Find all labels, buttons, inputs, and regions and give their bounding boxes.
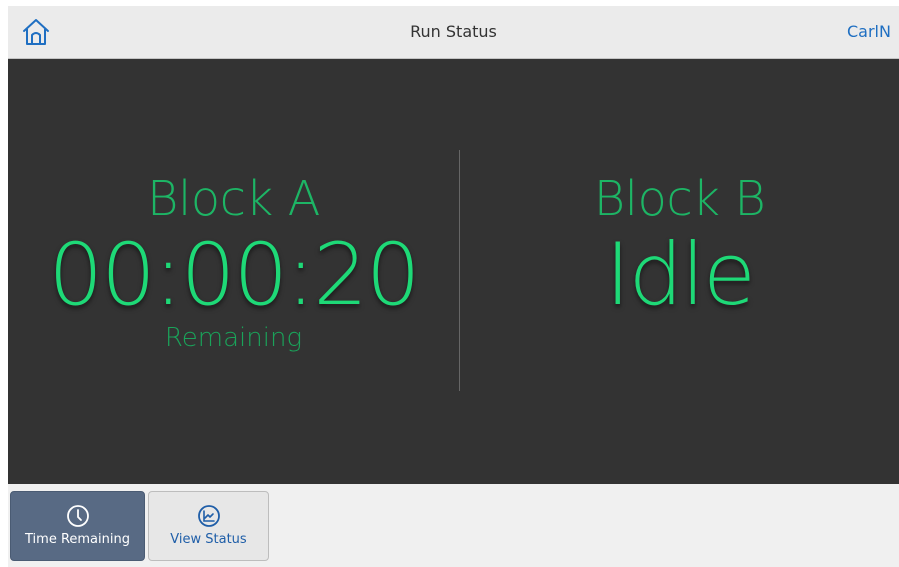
block-a-status: Block A 00:00:20 Remaining bbox=[8, 171, 459, 353]
clock-icon bbox=[66, 505, 89, 527]
block-b-name: Block B bbox=[593, 171, 766, 227]
block-b-state: Idle bbox=[605, 225, 756, 325]
block-a-remaining-label: Remaining bbox=[164, 323, 303, 353]
app-window: Run Status CarlN Block A 00:00:20 Remain… bbox=[8, 6, 899, 567]
tab-time-remaining-label: Time Remaining bbox=[25, 532, 130, 547]
tab-view-status-label: View Status bbox=[170, 532, 247, 547]
user-menu[interactable]: CarlN bbox=[847, 6, 899, 58]
block-a-time-remaining: 00:00:20 bbox=[48, 225, 420, 325]
top-bar: Run Status CarlN bbox=[8, 6, 899, 59]
page-title: Run Status bbox=[410, 22, 497, 41]
chart-icon bbox=[197, 505, 220, 527]
bottom-tab-bar: Time Remaining View Status bbox=[8, 484, 899, 567]
block-b-status: Block B Idle bbox=[460, 171, 899, 321]
tab-time-remaining[interactable]: Time Remaining bbox=[10, 491, 145, 561]
tab-view-status[interactable]: View Status bbox=[148, 491, 269, 561]
run-status-panel: Block A 00:00:20 Remaining Block B Idle bbox=[8, 59, 899, 484]
block-a-name: Block A bbox=[147, 171, 320, 227]
